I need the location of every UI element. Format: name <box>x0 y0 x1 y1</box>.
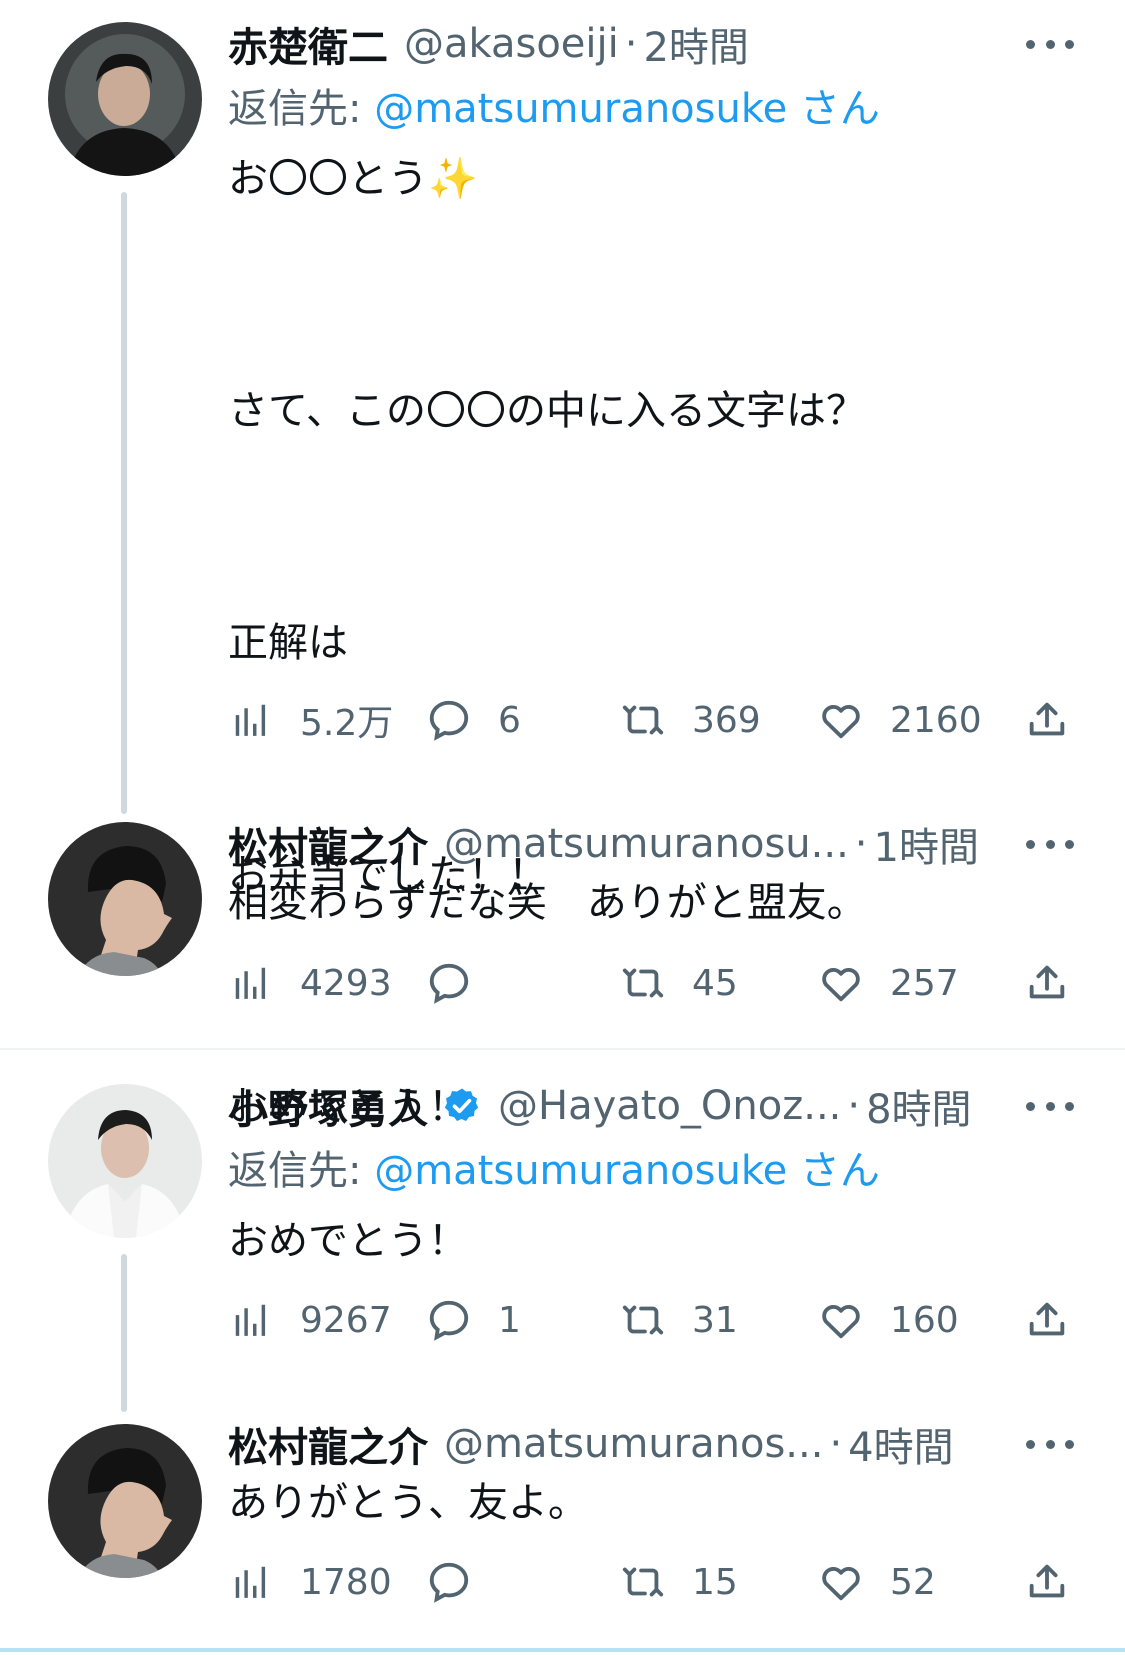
views-icon <box>235 1304 266 1336</box>
views-count: 5.2万 <box>300 703 394 744</box>
retweet-action[interactable]: 369 <box>620 692 761 748</box>
display-name[interactable]: 松村龍之介 <box>228 815 428 873</box>
reply-action[interactable]: 6 <box>426 692 521 748</box>
reply-count: 6 <box>498 699 521 741</box>
avatar-akasoeiji[interactable] <box>48 22 202 176</box>
thread-line <box>121 192 127 814</box>
share-action[interactable] <box>1024 955 1070 1011</box>
tweet-text: ありがとう、友よ。 <box>228 1480 588 1526</box>
separator-dot: · <box>624 21 638 67</box>
reply-count: 1 <box>498 1299 521 1341</box>
reply-action[interactable] <box>426 1554 498 1610</box>
bottom-divider <box>0 1648 1125 1652</box>
reply-icon <box>429 1562 469 1603</box>
tweet-header: 松村龍之介 @matsumuranosu... · 1時間 <box>228 816 979 872</box>
views-icon <box>235 1566 266 1598</box>
separator-dot: · <box>847 1083 861 1129</box>
views-action[interactable]: 1780 <box>228 1554 392 1610</box>
tweet-actions: 9267 1 31 160 <box>228 1292 1078 1348</box>
tweet-header: 小野塚勇人 @Hayato_Onoz... · 8時間 <box>228 1078 972 1134</box>
heart-icon <box>822 705 860 739</box>
views-icon <box>235 704 266 736</box>
retweet-icon <box>622 1305 664 1335</box>
retweet-icon <box>622 968 664 998</box>
heart-icon <box>822 1305 860 1339</box>
views-count: 4293 <box>300 962 392 1004</box>
thread-line <box>121 1254 127 1412</box>
views-action[interactable]: 9267 <box>228 1292 392 1348</box>
tweet-header: 松村龍之介 @matsumuranos... · 4時間 <box>228 1416 954 1472</box>
retweet-action[interactable]: 31 <box>620 1292 738 1348</box>
more-options-icon[interactable] <box>1026 34 1074 54</box>
share-action[interactable] <box>1024 1554 1070 1610</box>
heart-icon <box>822 968 860 1002</box>
display-name[interactable]: 小野塚勇人 <box>228 1077 428 1135</box>
like-count: 52 <box>890 1561 936 1603</box>
separator-dot: · <box>854 821 868 867</box>
retweet-count: 15 <box>692 1561 738 1603</box>
retweet-action[interactable]: 45 <box>620 955 738 1011</box>
like-count: 160 <box>890 1299 959 1341</box>
display-name[interactable]: 赤楚衛二 <box>228 15 388 73</box>
user-handle[interactable]: @matsumuranosu... <box>444 821 849 867</box>
avatar-matsumuranosuke[interactable] <box>48 822 202 976</box>
views-count: 9267 <box>300 1299 392 1341</box>
views-action[interactable]: 5.2万 <box>228 692 393 748</box>
reply-action[interactable] <box>426 955 498 1011</box>
reply-to: 返信先: @matsumuranosuke さん <box>228 1138 880 1196</box>
reply-to-label: 返信先: <box>228 1148 375 1194</box>
reply-icon <box>429 1300 469 1341</box>
user-handle[interactable]: @matsumuranos... <box>444 1421 823 1467</box>
like-action[interactable]: 160 <box>818 1292 959 1348</box>
tweet-actions: 4293 45 257 <box>228 955 1078 1011</box>
heart-icon <box>822 1567 860 1601</box>
retweet-icon <box>622 705 664 735</box>
tweet-text: おめでとう！ <box>228 1218 468 1264</box>
timestamp[interactable]: 4時間 <box>848 1415 953 1473</box>
verified-badge-icon <box>444 1088 479 1121</box>
share-action[interactable] <box>1024 692 1070 748</box>
tweet-actions: 5.2万 6 369 2160 <box>228 692 1078 748</box>
more-options-icon[interactable] <box>1026 834 1074 854</box>
like-action[interactable]: 257 <box>818 955 959 1011</box>
reply-action[interactable]: 1 <box>426 1292 521 1348</box>
retweet-icon <box>622 1567 664 1597</box>
more-options-icon[interactable] <box>1026 1096 1074 1116</box>
timestamp[interactable]: 1時間 <box>874 815 979 873</box>
like-action[interactable]: 52 <box>818 1554 936 1610</box>
separator-dot: · <box>829 1421 843 1467</box>
display-name[interactable]: 松村龍之介 <box>228 1415 428 1473</box>
user-handle[interactable]: @Hayato_Onoz... <box>498 1083 841 1129</box>
timestamp[interactable]: 8時間 <box>866 1077 971 1135</box>
retweet-count: 45 <box>692 962 738 1004</box>
reply-to-mention[interactable]: @matsumuranosuke さん <box>374 1148 880 1194</box>
user-handle[interactable]: @akasoeiji <box>404 21 619 67</box>
reply-icon <box>429 963 469 1004</box>
share-action[interactable] <box>1024 1292 1070 1348</box>
like-count: 2160 <box>890 699 982 741</box>
like-action[interactable]: 2160 <box>818 692 982 748</box>
like-count: 257 <box>890 962 959 1004</box>
timestamp[interactable]: 2時間 <box>643 15 748 73</box>
share-icon <box>1029 1564 1065 1598</box>
share-icon <box>1029 702 1065 736</box>
views-icon <box>235 967 266 999</box>
retweet-count: 369 <box>692 699 761 741</box>
conversation-divider <box>0 1048 1125 1050</box>
reply-icon <box>429 700 469 741</box>
views-count: 1780 <box>300 1561 392 1603</box>
avatar-matsumuranosuke[interactable] <box>48 1424 202 1578</box>
avatar-hayato-onozuka[interactable] <box>48 1084 202 1238</box>
tweet-text: 相変わらずだな笑 ありがと盟友。 <box>228 880 867 926</box>
tweet-header: 赤楚衛二 @akasoeiji · 2時間 <box>228 16 749 72</box>
share-icon <box>1029 965 1065 999</box>
views-action[interactable]: 4293 <box>228 955 392 1011</box>
share-icon <box>1029 1302 1065 1336</box>
retweet-action[interactable]: 15 <box>620 1554 738 1610</box>
tweet-actions: 1780 15 52 <box>228 1554 1078 1610</box>
retweet-count: 31 <box>692 1299 738 1341</box>
more-options-icon[interactable] <box>1026 1434 1074 1454</box>
